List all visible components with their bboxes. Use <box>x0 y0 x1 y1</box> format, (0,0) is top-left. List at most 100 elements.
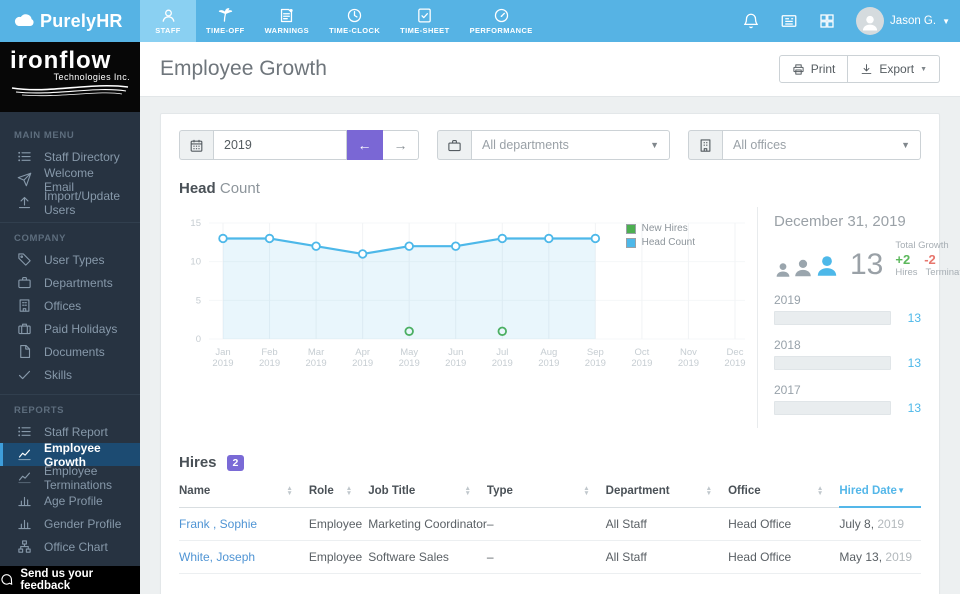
building-icon <box>19 299 30 312</box>
bar-chart-icon <box>17 516 32 531</box>
year-bar <box>774 311 891 325</box>
svg-text:Mar: Mar <box>308 347 324 358</box>
cell-hired-date: May 13, 2019 <box>839 540 921 574</box>
sidebar-item-skills[interactable]: Skills <box>0 363 140 386</box>
briefcase-icon <box>18 276 31 289</box>
sidebar-item-paid-holidays[interactable]: Paid Holidays <box>0 317 140 340</box>
cell-name[interactable]: White, Joseph <box>179 540 309 574</box>
svg-text:2019: 2019 <box>585 358 606 369</box>
sidebar-item-import-update-users[interactable]: Import/Update Users <box>0 189 140 217</box>
column-header-hired-date[interactable]: Hired Date ▼ <box>839 475 921 508</box>
year-headcount-2017: 2017 13 <box>774 383 921 415</box>
cell-type: – <box>486 540 606 574</box>
list-icon <box>18 426 31 437</box>
column-header-job-title[interactable]: Job Title ▲ ▼ <box>368 475 487 508</box>
svg-text:Apr: Apr <box>355 347 370 358</box>
sort-icon: ▲ ▼ <box>345 485 353 498</box>
office-select-value: All offices <box>733 138 787 152</box>
apps-grid-icon[interactable] <box>818 12 836 30</box>
year-label: 2019 <box>774 293 801 307</box>
clock-icon <box>347 8 362 23</box>
cell-hired-date: July 8, 2019 <box>839 507 921 541</box>
avatar <box>856 7 885 35</box>
summary-panel: December 31, 2019 13 Total Growth +2 -2 <box>757 207 960 428</box>
chevron-down-icon: ▼ <box>650 140 659 150</box>
print-label: Print <box>810 62 836 76</box>
export-button[interactable]: Export ▼ <box>848 55 940 83</box>
nav-tab-staff[interactable]: STAFF <box>140 0 196 42</box>
sidebar-item-departments[interactable]: Departments <box>0 271 140 294</box>
total-growth-label: Total Growth <box>895 240 949 251</box>
sidebar-item-offices[interactable]: Offices <box>0 294 140 317</box>
sidebar-item-employee-terminations[interactable]: Employee Terminations <box>0 464 140 492</box>
warn-doc-icon <box>278 7 295 24</box>
nav-tab-label: TIME-SHEET <box>400 26 450 35</box>
hires-section-title: Hires 2 <box>179 454 921 471</box>
newsfeed-icon[interactable] <box>780 12 798 30</box>
sidebar-item-label: Office Chart <box>44 539 108 554</box>
office-select[interactable]: All offices ▼ <box>722 130 921 160</box>
legend-item-new-hires: New Hires <box>625 223 695 234</box>
nav-tab-time-off[interactable]: TIME-OFF <box>196 0 255 42</box>
person-icon <box>774 261 792 279</box>
brand[interactable]: PurelyHR <box>0 0 140 42</box>
main-area: Employee Growth Print Export ▼ 2019 ← → … <box>140 42 960 594</box>
nav-tab-time-clock[interactable]: TIME-CLOCK <box>319 0 390 42</box>
sort-icon: ▲ ▼ <box>286 485 293 498</box>
year-input[interactable] <box>213 130 347 160</box>
next-year-button[interactable]: → <box>383 130 419 160</box>
clock-icon <box>346 7 363 24</box>
svg-text:0: 0 <box>196 334 201 345</box>
print-button[interactable]: Print <box>778 55 849 83</box>
sidebar-item-label: User Types <box>44 252 105 267</box>
nav-tab-warnings[interactable]: WARNINGS <box>255 0 319 42</box>
terminations-delta-label: Terminations <box>925 267 960 278</box>
legend-swatch <box>625 237 636 248</box>
yearly-headcounts: 2019 13 2018 13 2017 13 <box>774 293 921 415</box>
column-header-type[interactable]: Type ▲ ▼ <box>486 475 606 508</box>
svg-text:2019: 2019 <box>306 358 327 369</box>
nav-tab-performance[interactable]: PERFORMANCE <box>460 0 543 42</box>
sidebar-item-documents[interactable]: Documents <box>0 340 140 363</box>
sort-icon: ▲ ▼ <box>705 485 713 498</box>
checklist-icon <box>418 8 432 23</box>
user-menu[interactable]: Jason G. ▼ <box>856 7 950 35</box>
column-header-department[interactable]: Department ▲ ▼ <box>605 475 729 508</box>
check-icon <box>18 370 31 380</box>
checklist-icon <box>416 7 433 24</box>
cell-role: Employee <box>308 507 369 541</box>
sidebar-item-label: Staff Directory <box>44 149 120 164</box>
tag-icon <box>17 252 32 267</box>
check-icon <box>17 367 32 382</box>
terminations-delta: -2 <box>924 252 936 267</box>
nav-tab-label: PERFORMANCE <box>469 26 533 35</box>
year-bar <box>774 401 891 415</box>
department-select[interactable]: All departments ▼ <box>471 130 670 160</box>
company-logo: ironflow Technologies Inc. <box>0 42 140 112</box>
download-icon <box>862 63 872 74</box>
svg-text:15: 15 <box>190 218 201 229</box>
sidebar-item-gender-profile[interactable]: Gender Profile <box>0 512 140 535</box>
sidebar-item-user-types[interactable]: User Types <box>0 248 140 271</box>
sidebar-section-main-menu: MAIN MENU Staff Directory Welcome Email Imp… <box>0 120 140 223</box>
report-card: ← → All departments ▼ All offices <box>160 113 960 594</box>
tag-icon <box>18 253 31 266</box>
paper-plane-icon <box>17 172 32 187</box>
company-logo-text: ironflow <box>10 47 112 74</box>
feedback-button[interactable]: Send us your feedback <box>0 566 140 594</box>
previous-year-button[interactable]: ← <box>347 130 383 160</box>
cell-type: – <box>486 507 606 541</box>
cell-name[interactable]: Frank , Sophie <box>179 507 309 541</box>
svg-text:Jan: Jan <box>215 347 230 358</box>
bell-icon[interactable] <box>742 12 760 30</box>
column-header-office[interactable]: Office ▲ ▼ <box>728 475 840 508</box>
column-header-role[interactable]: Role ▲ ▼ <box>308 475 369 508</box>
year-headcount-2019: 2019 13 <box>774 293 921 325</box>
column-header-name[interactable]: Name ▲ ▼ <box>179 475 309 508</box>
year-value: 13 <box>907 311 921 325</box>
nav-tab-time-sheet[interactable]: TIME-SHEET <box>390 0 459 42</box>
header-actions: Print Export ▼ <box>778 55 940 83</box>
user-name: Jason G. <box>890 15 937 27</box>
sidebar-item-age-profile[interactable]: Age Profile <box>0 489 140 512</box>
sidebar-item-office-chart[interactable]: Office Chart <box>0 535 140 558</box>
